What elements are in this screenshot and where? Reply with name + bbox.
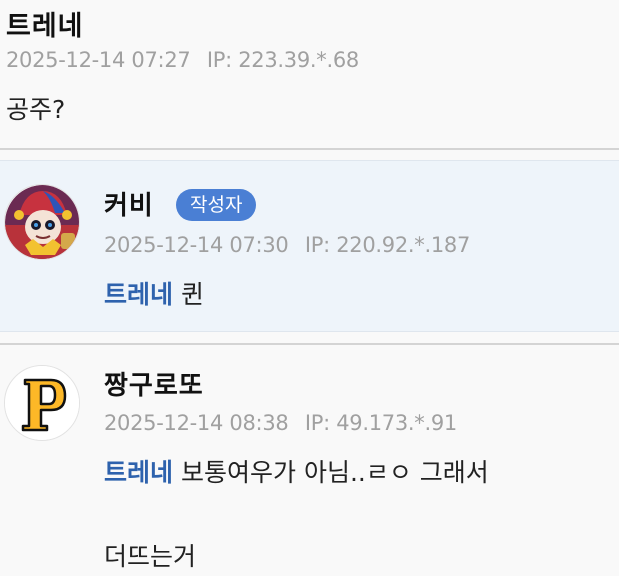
comment-text: 트레네 퀸 — [104, 275, 204, 311]
comment-ip: IP: 223.39.*.68 — [206, 48, 359, 72]
comment-meta: 2025-12-14 07:30 IP: 220.92.*.187 — [104, 233, 470, 257]
reply-mention[interactable]: 트레네 — [104, 280, 173, 309]
comment-ip: IP: 220.92.*.187 — [304, 233, 471, 257]
pirates-p-logo-avatar-icon — [5, 366, 79, 440]
comment-text: 트레네 보통여우가 아님..ㄹㅇ 그래서 — [104, 453, 489, 489]
comment-text-content: 보통여우가 아님..ㄹㅇ 그래서 — [181, 458, 489, 487]
author-badge: 작성자 — [176, 189, 257, 221]
comment-meta: 2025-12-14 07:27 IP: 223.39.*.68 — [6, 48, 359, 72]
comment-text-line-2: 더뜨는거 — [104, 542, 197, 571]
comment-item: 짱구로또 2025-12-14 08:38 IP: 49.173.*.91 트레… — [0, 345, 619, 576]
comment-gap — [0, 150, 619, 160]
comment-nickname[interactable]: 짱구로또 — [104, 365, 204, 402]
pomni-character-avatar-icon — [5, 185, 79, 259]
comment-ip: IP: 49.173.*.91 — [304, 411, 457, 435]
comment-meta: 2025-12-14 08:38 IP: 49.173.*.91 — [104, 411, 457, 435]
comment-gap — [0, 333, 619, 343]
comment-list: 트레네 2025-12-14 07:27 IP: 223.39.*.68 공주? — [0, 0, 619, 576]
comment-nickname[interactable]: 커비 — [104, 185, 154, 222]
comment-timestamp: 2025-12-14 07:27 — [6, 48, 191, 72]
comment-timestamp: 2025-12-14 08:38 — [104, 411, 289, 435]
comment-item: 트레네 2025-12-14 07:27 IP: 223.39.*.68 공주? — [0, 0, 619, 148]
avatar[interactable] — [4, 365, 80, 441]
comment-text-content: 퀸 — [181, 280, 205, 309]
comment-nickname[interactable]: 트레네 — [6, 4, 84, 43]
comment-item-author: 커비 작성자 2025-12-14 07:30 IP: 220.92.*.187… — [0, 160, 619, 332]
comment-timestamp: 2025-12-14 07:30 — [104, 233, 289, 257]
comment-text: 공주? — [6, 95, 66, 124]
avatar[interactable] — [4, 184, 80, 260]
reply-mention[interactable]: 트레네 — [104, 458, 173, 487]
